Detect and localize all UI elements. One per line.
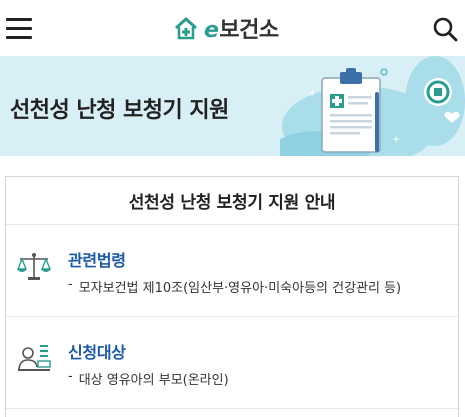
clipboard-health-illustration: + + <box>280 56 465 156</box>
info-card: 선천성 난청 보청기 지원 안내 관련법령 - 모자보건법 제10조(임산부·영… <box>5 176 459 417</box>
logo-prefix: e <box>204 18 219 43</box>
site-logo[interactable]: e보건소 <box>172 12 279 44</box>
bullet-dash: - <box>68 277 73 292</box>
bullet-dash: - <box>68 369 73 384</box>
scale-icon <box>16 253 52 280</box>
svg-text:+: + <box>308 88 316 99</box>
section-title: 신청대상 <box>68 343 126 362</box>
person-desk-icon <box>18 345 51 372</box>
section-item-text: 대상 영유아의 부모(온라인) <box>78 373 229 388</box>
house-cross-logo-icon <box>174 17 198 40</box>
card-title: 선천성 난청 보청기 지원 안내 <box>6 177 458 225</box>
menu-line <box>6 36 32 39</box>
logo-name: 보건소 <box>219 18 279 43</box>
svg-text:+: + <box>392 134 400 145</box>
logo-text: e보건소 <box>204 12 279 44</box>
hamburger-menu-icon[interactable] <box>4 14 34 42</box>
search-icon[interactable] <box>432 16 458 42</box>
section-item-text: 모자보건법 제10조(임산부·영유아·미숙아등의 건강관리 등) <box>78 281 402 296</box>
section-applicant: 신청대상 - 대상 영유아의 부모(온라인) <box>6 317 458 409</box>
top-header: e보건소 <box>0 0 465 56</box>
section-item: - 모자보건법 제10조(임산부·영유아·미숙아등의 건강관리 등) <box>68 277 401 296</box>
menu-line <box>6 27 32 30</box>
menu-line <box>6 18 32 21</box>
page-title: 선천성 난청 보청기 지원 <box>10 98 229 123</box>
section-related-law: 관련법령 - 모자보건법 제10조(임산부·영유아·미숙아등의 건강관리 등) <box>6 225 458 317</box>
section-title: 관련법령 <box>68 251 126 270</box>
section-item: - 대상 영유아의 부모(온라인) <box>68 369 229 388</box>
page-banner: 선천성 난청 보청기 지원 + + <box>0 56 465 156</box>
